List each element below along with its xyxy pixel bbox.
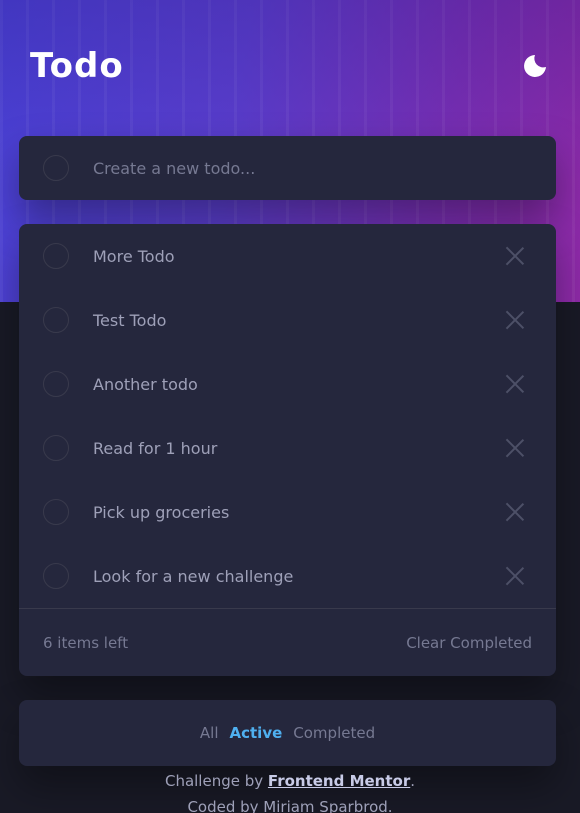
todo-item[interactable]: Test Todo [19,288,556,352]
todo-item[interactable]: Look for a new challenge [19,544,556,608]
theme-toggle-button[interactable] [520,51,550,81]
todo-check-circle[interactable] [43,371,69,397]
page-title: Todo [30,46,124,86]
todo-item[interactable]: More Todo [19,224,556,288]
todo-text[interactable]: Test Todo [93,311,506,330]
todo-check-circle[interactable] [43,499,69,525]
todo-item[interactable]: Another todo [19,352,556,416]
attribution-prefix: Challenge by [164,772,264,790]
new-todo-input[interactable] [93,148,513,188]
clear-completed-button[interactable]: Clear Completed [406,634,532,652]
delete-todo-icon[interactable] [506,247,524,265]
filter-active[interactable]: Active [230,724,283,742]
attribution-coded-by: Coded by Miriam Sparbrod. [187,798,393,813]
filter-completed[interactable]: Completed [293,724,375,742]
todo-text[interactable]: Another todo [93,375,506,394]
new-todo-check-circle[interactable] [43,155,69,181]
filter-all[interactable]: All [200,724,219,742]
todo-check-circle[interactable] [43,435,69,461]
frontend-mentor-link[interactable]: Frontend Mentor [268,772,410,790]
attribution: Challenge by Frontend Mentor. Coded by M… [0,768,580,813]
todo-text[interactable]: More Todo [93,247,506,266]
todo-item[interactable]: Read for 1 hour [19,416,556,480]
todo-check-circle[interactable] [43,307,69,333]
new-todo-card [19,136,556,200]
attribution-suffix: . [410,772,416,790]
todo-text[interactable]: Pick up groceries [93,503,506,522]
moon-icon [524,55,546,77]
filter-bar: All Active Completed [19,700,556,766]
delete-todo-icon[interactable] [506,375,524,393]
todo-check-circle[interactable] [43,563,69,589]
todo-text[interactable]: Read for 1 hour [93,439,506,458]
todo-check-circle[interactable] [43,243,69,269]
todo-list-footer: 6 items left Clear Completed [19,608,556,676]
delete-todo-icon[interactable] [506,567,524,585]
items-left-count: 6 items left [43,633,129,652]
delete-todo-icon[interactable] [506,503,524,521]
delete-todo-icon[interactable] [506,439,524,457]
delete-todo-icon[interactable] [506,311,524,329]
todo-text[interactable]: Look for a new challenge [93,567,506,586]
attribution-challenge-line: Challenge by Frontend Mentor. [0,768,580,794]
todo-list: More Todo Test Todo Another todo Read fo… [19,224,556,676]
todo-item[interactable]: Pick up groceries [19,480,556,544]
header: Todo [30,44,550,88]
